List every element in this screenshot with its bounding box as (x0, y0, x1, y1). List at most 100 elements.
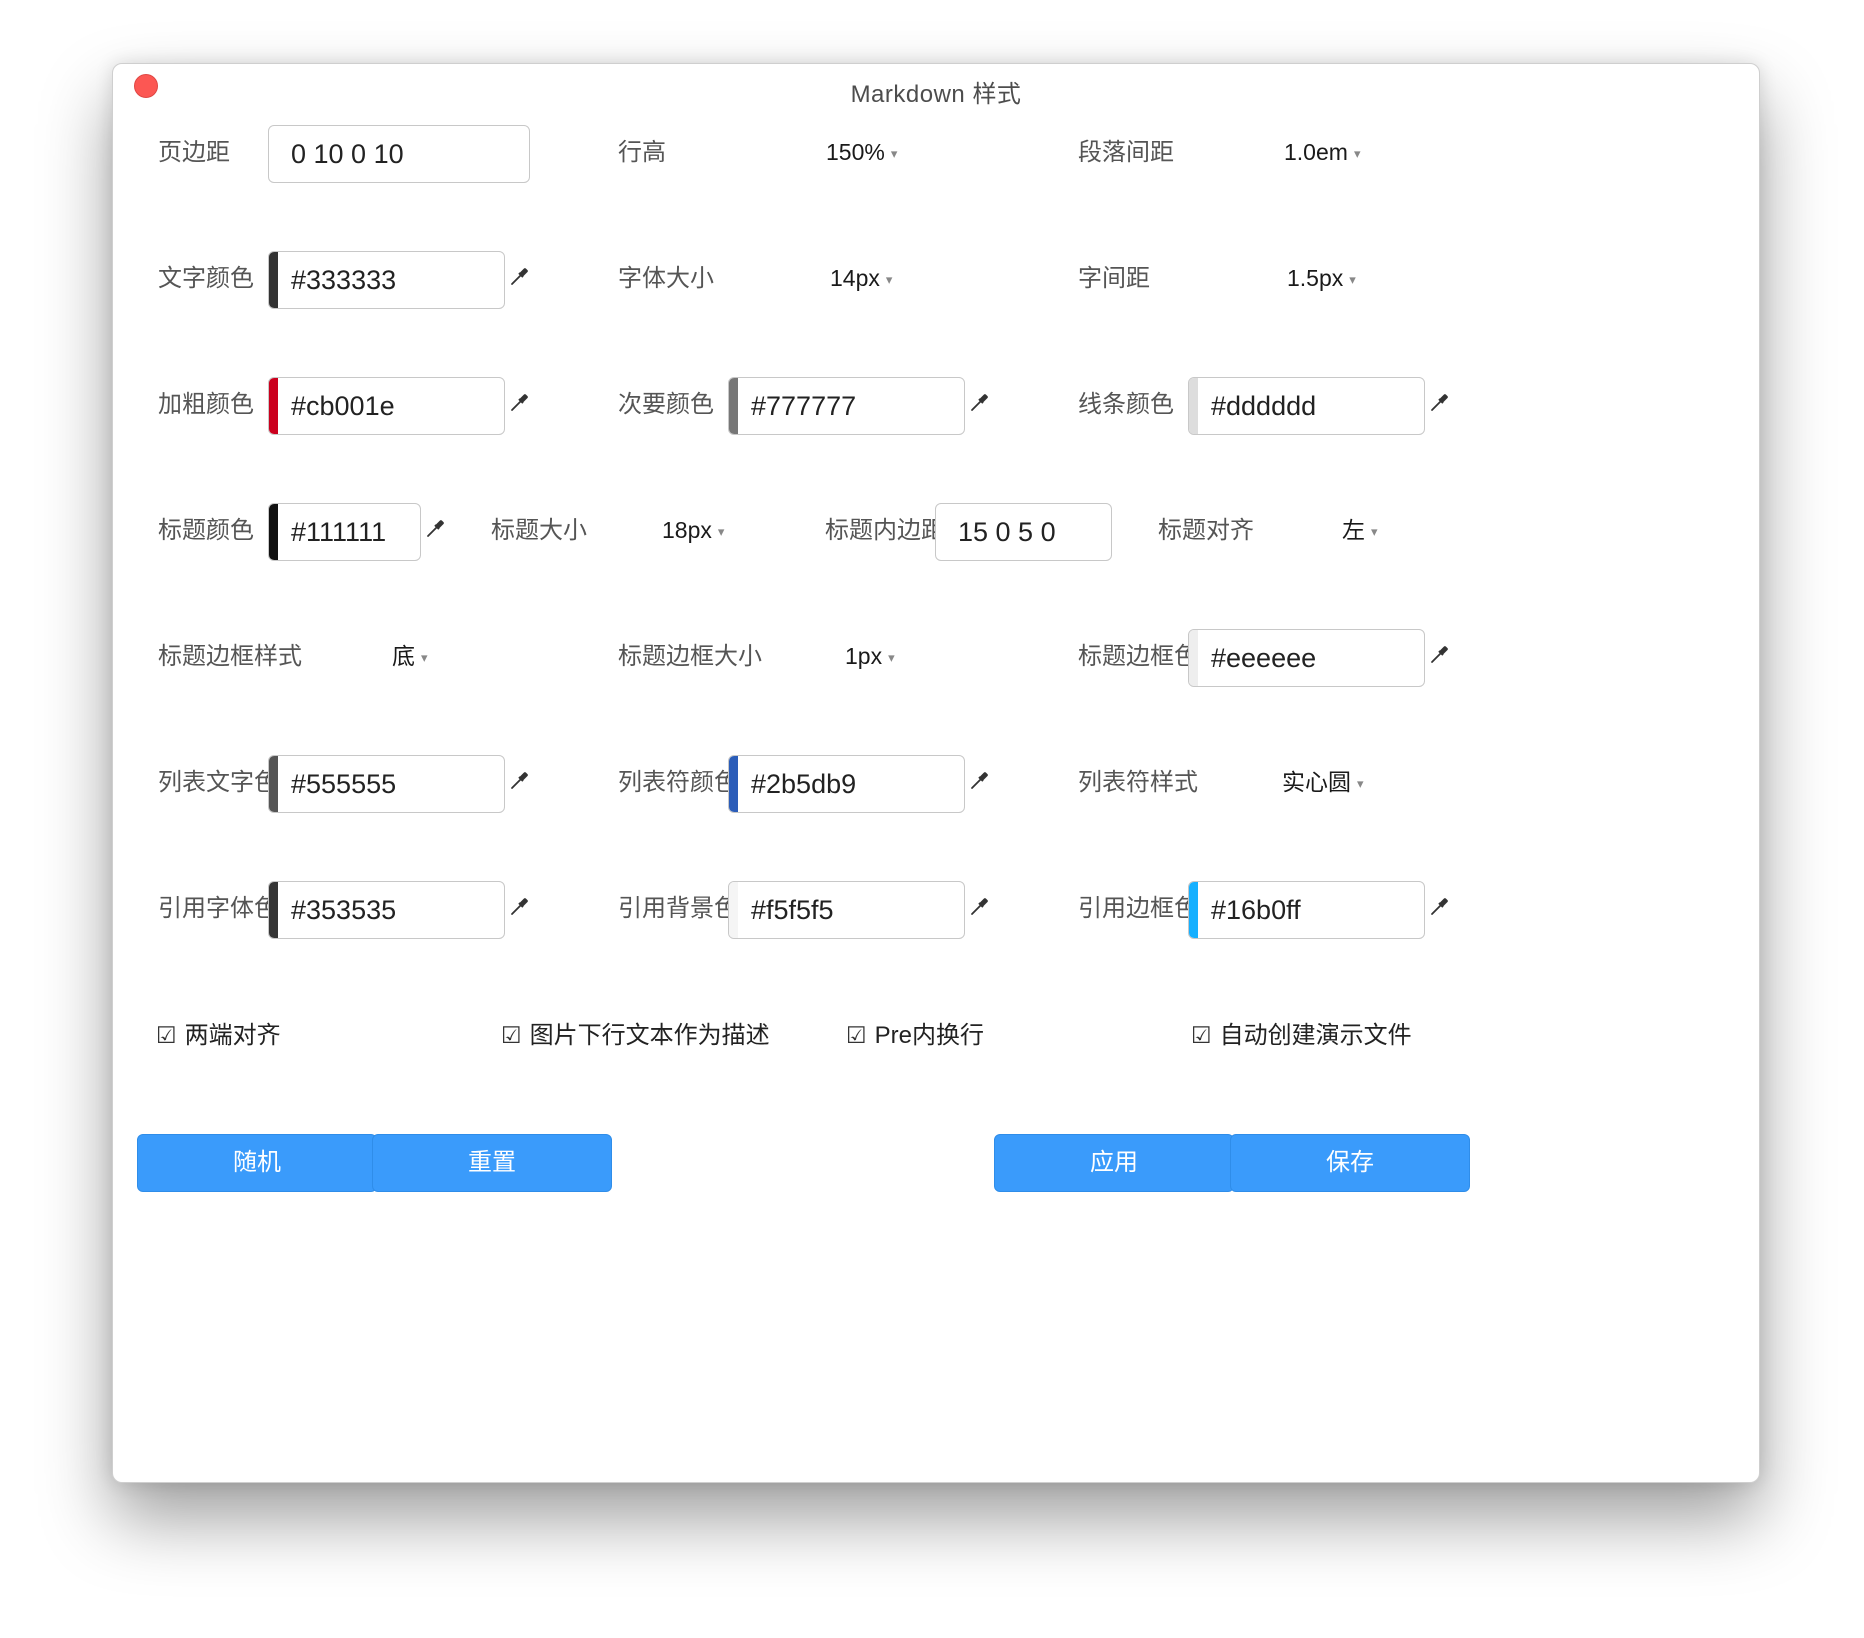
apply-button[interactable]: 应用 (994, 1134, 1234, 1192)
image-caption-checkbox[interactable]: ☑ 图片下行文本作为描述 (501, 1020, 770, 1051)
chevron-down-icon: ▾ (885, 272, 893, 287)
checkbox-checked-icon: ☑ (501, 1022, 522, 1048)
list-marker-color-swatch (729, 756, 738, 812)
save-button[interactable]: 保存 (1230, 1134, 1470, 1192)
auto-slides-checkbox[interactable]: ☑ 自动创建演示文件 (1191, 1020, 1412, 1051)
heading-padding-label: 标题内边距 (825, 517, 945, 544)
chevron-down-icon: ▾ (1353, 146, 1361, 161)
heading-border-style-label: 标题边框样式 (158, 643, 302, 670)
list-marker-color-label: 列表符颜色 (618, 769, 738, 796)
chevron-down-icon: ▾ (890, 146, 898, 161)
line-height-select[interactable]: 150% ▾ (826, 137, 897, 169)
quote-border-color-swatch (1189, 882, 1198, 938)
paragraph-spacing-label: 段落间距 (1078, 139, 1174, 166)
window-title: Markdown 样式 (850, 81, 1022, 108)
chevron-down-icon: ▾ (888, 650, 895, 665)
quote-border-color-input[interactable]: #16b0ff (1188, 881, 1425, 939)
heading-padding-input[interactable]: 15 0 5 0 (935, 503, 1112, 561)
secondary-color-input[interactable]: #777777 (728, 377, 965, 435)
text-color-input[interactable]: #333333 (268, 251, 505, 309)
image-caption-checkbox-label: 图片下行文本作为描述 (529, 1022, 770, 1049)
font-size-label: 字体大小 (618, 265, 714, 292)
line-color-input[interactable]: #dddddd (1188, 377, 1425, 435)
list-marker-color-input[interactable]: #2b5db9 (728, 755, 965, 813)
heading-color-value: #111111 (291, 517, 387, 547)
font-size-select[interactable]: 14px ▾ (830, 263, 892, 295)
heading-align-label: 标题对齐 (1158, 517, 1254, 544)
chevron-down-icon: ▾ (1357, 776, 1364, 791)
list-text-color-label: 列表文字色 (158, 769, 278, 796)
heading-size-select[interactable]: 18px ▾ (662, 515, 724, 547)
bold-color-input[interactable]: #cb001e (268, 377, 505, 435)
line-color-swatch (1189, 378, 1198, 434)
heading-border-size-select[interactable]: 1px ▾ (845, 641, 895, 673)
eyedropper-icon[interactable] (509, 895, 533, 919)
quote-bg-color-value: #f5f5f5 (751, 895, 834, 925)
reset-button[interactable]: 重置 (372, 1134, 612, 1192)
eyedropper-icon[interactable] (969, 895, 993, 919)
pre-wrap-checkbox[interactable]: ☑ Pre内换行 (846, 1020, 984, 1051)
quote-bg-color-swatch (729, 882, 738, 938)
page-margin-input[interactable]: 0 10 0 10 (268, 125, 530, 183)
line-height-value: 150% (826, 139, 885, 165)
bold-color-value: #cb001e (291, 391, 395, 421)
eyedropper-icon[interactable] (969, 769, 993, 793)
heading-border-style-value: 底 (392, 643, 415, 669)
heading-size-value: 18px (662, 517, 712, 543)
line-color-value: #dddddd (1211, 391, 1317, 421)
quote-border-color-label: 引用边框色 (1078, 895, 1198, 922)
eyedropper-icon[interactable] (1429, 391, 1453, 415)
eyedropper-icon[interactable] (509, 769, 533, 793)
eyedropper-icon[interactable] (509, 265, 533, 289)
quote-text-color-input[interactable]: #353535 (268, 881, 505, 939)
text-color-swatch (269, 252, 278, 308)
justify-checkbox-label: 两端对齐 (184, 1022, 281, 1049)
list-text-color-input[interactable]: #555555 (268, 755, 505, 813)
heading-border-style-select[interactable]: 底 ▾ (392, 641, 428, 673)
checkbox-checked-icon: ☑ (156, 1022, 177, 1048)
list-marker-color-value: #2b5db9 (751, 769, 857, 799)
line-height-label: 行高 (618, 139, 666, 166)
line-color-label: 线条颜色 (1078, 391, 1174, 418)
paragraph-spacing-value: 1.0em (1284, 139, 1348, 165)
heading-color-input[interactable]: #111111 (268, 503, 421, 561)
secondary-color-value: #777777 (751, 391, 857, 421)
chevron-down-icon: ▾ (1349, 272, 1356, 287)
eyedropper-icon[interactable] (509, 391, 533, 415)
checkbox-checked-icon: ☑ (846, 1022, 867, 1048)
justify-checkbox[interactable]: ☑ 两端对齐 (156, 1020, 281, 1051)
heading-align-value: 左 (1342, 517, 1365, 543)
heading-border-size-value: 1px (845, 643, 883, 669)
heading-border-color-label: 标题边框色 (1078, 643, 1198, 670)
paragraph-spacing-select[interactable]: 1.0em ▾ (1284, 137, 1360, 169)
quote-border-color-value: #16b0ff (1211, 895, 1301, 925)
chevron-down-icon: ▾ (1371, 524, 1378, 539)
secondary-color-swatch (729, 378, 738, 434)
eyedropper-icon[interactable] (425, 517, 449, 541)
list-text-color-swatch (269, 756, 278, 812)
text-color-value: #333333 (291, 265, 397, 295)
quote-text-color-swatch (269, 882, 278, 938)
quote-text-color-label: 引用字体色 (158, 895, 278, 922)
letter-spacing-select[interactable]: 1.5px ▾ (1287, 263, 1356, 295)
list-marker-style-select[interactable]: 实心圆 ▾ (1282, 767, 1364, 799)
eyedropper-icon[interactable] (1429, 895, 1453, 919)
font-size-value: 14px (830, 265, 880, 291)
eyedropper-icon[interactable] (1429, 643, 1453, 667)
heading-size-label: 标题大小 (491, 517, 587, 544)
bold-color-label: 加粗颜色 (158, 391, 254, 418)
text-color-label: 文字颜色 (158, 265, 254, 292)
markdown-style-window: Markdown 样式 页边距 0 10 0 10 行高 150% ▾ 段落间距 … (112, 63, 1760, 1483)
random-button[interactable]: 随机 (137, 1134, 377, 1192)
letter-spacing-value: 1.5px (1287, 265, 1344, 291)
heading-border-color-value: #eeeeee (1211, 643, 1317, 673)
list-marker-style-label: 列表符样式 (1078, 769, 1198, 796)
heading-align-select[interactable]: 左 ▾ (1342, 515, 1378, 547)
eyedropper-icon[interactable] (969, 391, 993, 415)
heading-color-label: 标题颜色 (158, 517, 254, 544)
secondary-color-label: 次要颜色 (618, 391, 714, 418)
quote-bg-color-label: 引用背景色 (618, 895, 738, 922)
letter-spacing-label: 字间距 (1078, 265, 1150, 292)
heading-border-color-input[interactable]: #eeeeee (1188, 629, 1425, 687)
quote-bg-color-input[interactable]: #f5f5f5 (728, 881, 965, 939)
